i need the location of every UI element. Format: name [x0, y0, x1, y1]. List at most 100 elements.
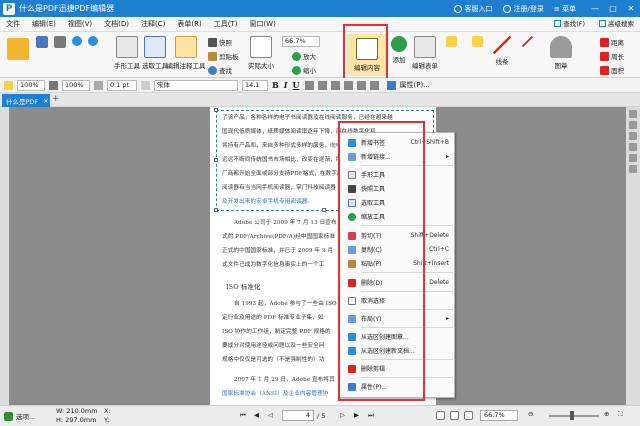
advanced-find-button[interactable]: 高级搜索 — [599, 18, 634, 28]
edit-form-button[interactable]: 编辑表单 — [410, 36, 440, 70]
last-page-button[interactable]: ⏭ — [368, 411, 374, 420]
zoom-out-status-button[interactable]: ⊖ — [528, 410, 533, 418]
distance-button[interactable]: 距离 — [600, 37, 624, 47]
menu-view[interactable]: 视图(V) — [68, 19, 92, 29]
font-select[interactable]: 宋体 — [154, 79, 238, 91]
next-page-button[interactable]: ▶ — [354, 411, 359, 419]
align-left-icon[interactable] — [304, 80, 314, 90]
edit-annotation-button[interactable]: 编辑注释工具 — [166, 36, 206, 70]
line-spacing-icon[interactable] — [356, 80, 366, 90]
zoom-select[interactable]: 66.7% — [282, 36, 320, 47]
redo-button[interactable] — [86, 36, 100, 48]
properties-button[interactable]: 属性(P)... — [386, 80, 430, 90]
indent-icon[interactable] — [369, 80, 379, 90]
login-link[interactable]: 注册/登录 — [502, 4, 544, 14]
opacity-select-1[interactable]: 100% — [17, 79, 45, 91]
prev-page-button[interactable]: ◀ — [254, 411, 259, 419]
right-side-panel[interactable] — [626, 107, 640, 405]
forward-button[interactable]: ▷ — [340, 411, 345, 419]
line-width-select[interactable]: 0.1 pt — [107, 79, 137, 91]
actual-size-button[interactable]: 实际大小 — [244, 36, 278, 70]
snapshot-button[interactable]: 快照 — [208, 37, 232, 47]
save-icon — [36, 36, 48, 48]
area-button[interactable]: 面积 — [600, 65, 624, 75]
save-button[interactable] — [34, 36, 50, 50]
arrow-style-icon[interactable] — [141, 80, 150, 90]
border-color-icon[interactable] — [49, 80, 58, 90]
typewriter-button[interactable] — [470, 36, 484, 49]
font-size-select[interactable]: 14.1 — [242, 79, 268, 91]
find-tool-button[interactable]: 查找 — [208, 65, 232, 75]
zoom-out-button[interactable]: 缩小 — [292, 65, 316, 75]
service-link[interactable]: 客服入口 — [453, 4, 493, 14]
clipboard-button[interactable]: 剪贴板 — [208, 51, 239, 61]
panel-icon-5[interactable] — [629, 154, 637, 162]
menu-window[interactable]: 窗口(W) — [249, 19, 275, 29]
menu-button[interactable]: ≡ 菜单 — [554, 4, 576, 14]
resize-handle-bl[interactable] — [214, 208, 218, 212]
undo-button[interactable] — [70, 36, 84, 48]
find-button[interactable]: 查找(F) — [554, 18, 585, 28]
tab-document[interactable]: 什么是PDF × — [2, 94, 50, 107]
stamp-button[interactable]: 图章 — [548, 36, 574, 70]
fullscreen-button[interactable]: ⛶ — [618, 410, 623, 419]
panel-icon-1[interactable] — [629, 110, 637, 118]
zoom-in-button[interactable]: 放大 — [292, 51, 316, 61]
submenu-arrow-icon: ▸ — [445, 153, 449, 160]
menu-form[interactable]: 表单(R) — [177, 19, 201, 29]
menu-document[interactable]: 文档(D) — [104, 19, 129, 29]
zoom-slider-handle[interactable] — [570, 411, 574, 420]
close-tab-icon[interactable]: × — [43, 97, 48, 105]
resize-handle-bm[interactable] — [322, 208, 326, 212]
arrow-button[interactable] — [520, 36, 534, 49]
back-button[interactable]: ◁ — [268, 411, 273, 419]
maximize-button[interactable]: □ — [604, 4, 622, 13]
arrow-icon — [521, 36, 533, 47]
line-button[interactable]: 线条 — [490, 36, 514, 66]
resize-handle-ml[interactable] — [214, 158, 218, 162]
zoom-level-select[interactable]: 66.7% — [480, 410, 518, 421]
print-button[interactable] — [52, 36, 68, 50]
minimize-button[interactable]: — — [586, 4, 604, 13]
doc-line: 自 1993 起，Adobe 参与了一些由 ISO — [234, 301, 337, 307]
align-center-icon[interactable] — [317, 80, 327, 90]
resize-handle-tl[interactable] — [214, 108, 218, 112]
opacity-select-2[interactable]: 100% — [62, 79, 90, 91]
facing-view-button[interactable] — [464, 411, 476, 420]
document-workspace[interactable]: 了该产品，各种各样的电子书阅读器及在线阅读服务，已经在越来越 国现代低质媒体，纸… — [0, 107, 640, 405]
panel-icon-4[interactable] — [629, 143, 637, 151]
doc-line: 式文件已成为数字化信息事实上的一个工 — [222, 262, 325, 268]
single-page-view-button[interactable] — [436, 411, 448, 420]
page-width: W: 210.0mm — [56, 407, 98, 415]
window-title: 什么是PDF迅捷PDF编辑器 — [19, 4, 115, 13]
menu-tools[interactable]: 工具(T) — [214, 19, 238, 29]
line-style-icon[interactable] — [94, 80, 103, 90]
menu-edit[interactable]: 编辑(E) — [32, 19, 56, 29]
add-button[interactable]: 添加 — [388, 36, 410, 64]
open-button[interactable] — [6, 38, 30, 62]
left-side-panel[interactable] — [0, 107, 9, 405]
star-icon[interactable] — [4, 80, 13, 90]
underline-button[interactable]: U — [293, 80, 300, 90]
italic-button[interactable]: I — [284, 80, 288, 90]
login-label: 注册/登录 — [513, 4, 544, 13]
add-tab-button[interactable]: + — [52, 94, 60, 104]
page-number-input[interactable]: 4 — [282, 410, 314, 421]
zoom-slider-track[interactable] — [549, 415, 599, 417]
close-button[interactable]: ✕ — [622, 4, 640, 13]
justify-icon[interactable] — [343, 80, 353, 90]
bold-button[interactable]: B — [272, 80, 279, 90]
panel-icon-3[interactable] — [629, 132, 637, 140]
snapshot-label: 快照 — [219, 39, 232, 47]
panel-icon-2[interactable] — [629, 121, 637, 129]
continuous-view-button[interactable] — [450, 411, 462, 420]
align-right-icon[interactable] — [330, 80, 340, 90]
perimeter-button[interactable]: 周长 — [600, 51, 624, 61]
first-page-button[interactable]: ⏮ — [240, 411, 246, 420]
zoom-in-status-button[interactable]: ⊕ — [604, 410, 609, 418]
panel-icon-6[interactable] — [629, 165, 637, 173]
menu-comment[interactable]: 注释(C) — [141, 19, 165, 29]
note-button[interactable] — [444, 36, 458, 49]
options-button[interactable]: 选项... — [4, 411, 35, 421]
menu-file[interactable]: 文件 — [6, 19, 20, 29]
